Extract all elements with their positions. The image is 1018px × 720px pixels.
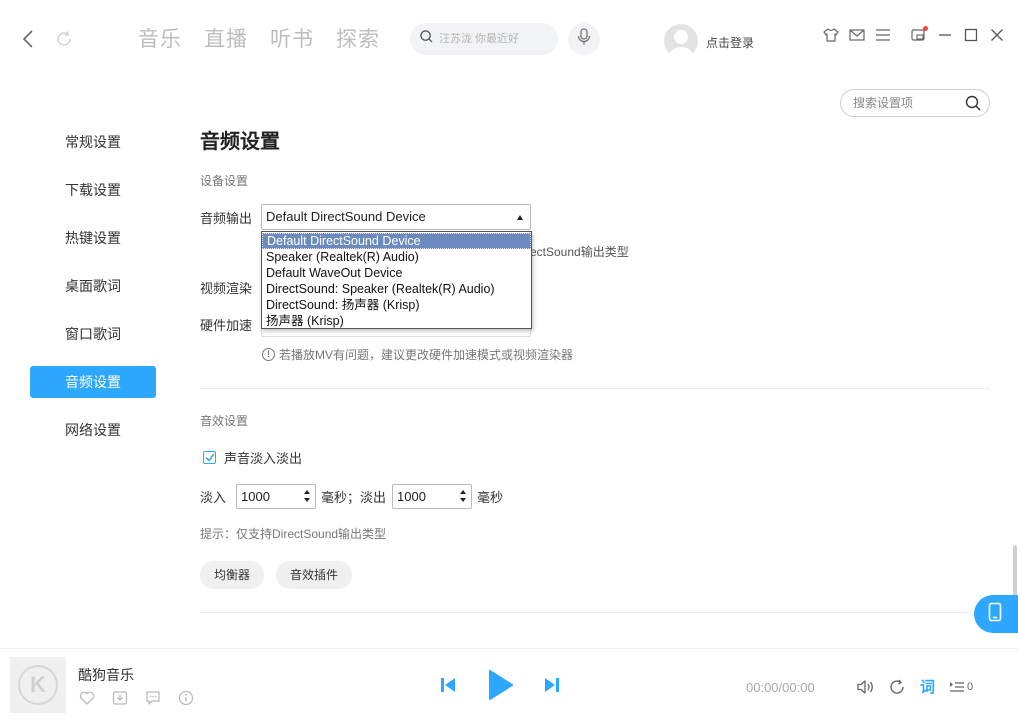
audio-output-select[interactable]: Default DirectSound Device bbox=[261, 204, 531, 230]
dropdown-option[interactable]: DirectSound: Speaker (Realtek(R) Audio) bbox=[262, 281, 531, 297]
close-icon[interactable] bbox=[988, 26, 1006, 44]
audio-output-value: Default DirectSound Device bbox=[266, 209, 426, 224]
mv-hint: ! 若播放MV有问题，建议更改硬件加速模式或视频渲染器 bbox=[262, 346, 573, 363]
download-icon[interactable] bbox=[111, 689, 129, 707]
section-divider bbox=[200, 388, 990, 389]
fade-out-input[interactable] bbox=[397, 489, 456, 504]
player-options: 词 0 bbox=[856, 676, 973, 697]
settings-content: 音频设置 设备设置 音频输出 Default DirectSound Devic… bbox=[200, 0, 990, 648]
info-icon[interactable] bbox=[177, 689, 195, 707]
play-icon[interactable] bbox=[486, 669, 514, 701]
playback-controls bbox=[438, 669, 562, 701]
video-render-label: 视频渲染 bbox=[200, 281, 253, 296]
lyrics-button[interactable]: 词 bbox=[920, 676, 935, 697]
sidebar-item-desktop-lyrics[interactable]: 桌面歌词 bbox=[30, 270, 156, 302]
fade-in-stepper[interactable] bbox=[236, 484, 317, 509]
dropdown-arrow-icon bbox=[517, 215, 523, 220]
effects-section-label: 音效设置 bbox=[200, 414, 249, 428]
device-section-label: 设备设置 bbox=[200, 174, 249, 188]
song-actions bbox=[78, 689, 195, 707]
increment-icon[interactable] bbox=[304, 490, 311, 494]
phone-icon bbox=[988, 602, 1002, 627]
comment-icon[interactable] bbox=[144, 689, 162, 707]
back-icon[interactable] bbox=[18, 28, 38, 50]
next-icon[interactable] bbox=[542, 675, 562, 695]
sidebar-item-download[interactable]: 下载设置 bbox=[30, 174, 156, 206]
audio-output-label: 音频输出 bbox=[200, 211, 253, 226]
equalizer-button[interactable]: 均衡器 bbox=[200, 561, 265, 589]
increment-icon[interactable] bbox=[460, 490, 467, 494]
hw-accel-label: 硬件加速 bbox=[200, 318, 253, 333]
directsound-hint: 提示：仅支持DirectSound输出类型 bbox=[200, 527, 387, 541]
output-type-hint: rectSound输出类型 bbox=[526, 245, 629, 259]
fade-out-label: 毫秒；淡出 bbox=[321, 490, 387, 505]
heart-icon[interactable] bbox=[78, 689, 96, 707]
dropdown-option[interactable]: 扬声器 (Krisp) bbox=[262, 313, 531, 329]
sidebar-item-audio[interactable]: 音频设置 bbox=[30, 366, 156, 398]
previous-icon[interactable] bbox=[438, 675, 458, 695]
fade-settings-row: 淡入 毫秒；淡出 毫秒 bbox=[200, 484, 503, 509]
volume-icon[interactable] bbox=[856, 679, 874, 695]
sidebar-item-hotkeys[interactable]: 热键设置 bbox=[30, 222, 156, 254]
fade-checkbox-row[interactable]: 声音淡入淡出 bbox=[203, 448, 302, 467]
tab-music[interactable]: 音乐 bbox=[138, 26, 182, 54]
playlist-icon[interactable]: 0 bbox=[949, 680, 973, 694]
decrement-icon[interactable] bbox=[460, 498, 467, 502]
sidebar-item-window-lyrics[interactable]: 窗口歌词 bbox=[30, 318, 156, 350]
page-title: 音频设置 bbox=[200, 131, 280, 153]
queue-count: 0 bbox=[967, 680, 974, 693]
song-title: 酷狗音乐 bbox=[78, 667, 134, 683]
refresh-icon[interactable] bbox=[54, 28, 74, 50]
fade-checkbox-label: 声音淡入淡出 bbox=[224, 451, 303, 466]
kugou-logo-icon: K bbox=[18, 665, 58, 705]
audio-output-dropdown: Default DirectSound Device Speaker (Real… bbox=[261, 231, 532, 329]
info-icon: ! bbox=[262, 348, 275, 361]
mv-hint-text: 若播放MV有问题，建议更改硬件加速模式或视频渲染器 bbox=[279, 348, 574, 362]
decrement-icon[interactable] bbox=[304, 498, 311, 502]
fade-in-input[interactable] bbox=[241, 489, 300, 504]
effects-plugin-button[interactable]: 音效插件 bbox=[276, 561, 353, 589]
dropdown-option[interactable]: DirectSound: 扬声器 (Krisp) bbox=[262, 297, 531, 313]
dropdown-option[interactable]: Speaker (Realtek(R) Audio) bbox=[262, 249, 531, 265]
phone-button[interactable] bbox=[974, 595, 1018, 633]
sidebar-item-network[interactable]: 网络设置 bbox=[30, 414, 156, 446]
settings-sidebar: 常规设置 下载设置 热键设置 桌面歌词 窗口歌词 音频设置 网络设置 bbox=[30, 126, 156, 462]
fade-out-stepper[interactable] bbox=[392, 484, 473, 509]
section-divider bbox=[200, 612, 990, 613]
playback-time: 00:00/00:00 bbox=[746, 680, 815, 695]
repeat-icon[interactable] bbox=[888, 679, 906, 695]
fade-checkbox[interactable] bbox=[203, 451, 216, 464]
album-art[interactable]: K bbox=[10, 657, 66, 713]
sidebar-item-general[interactable]: 常规设置 bbox=[30, 126, 156, 158]
player-bar: K 酷狗音乐 00:00/00:00 词 0 bbox=[0, 648, 1018, 720]
dropdown-option[interactable]: Default DirectSound Device bbox=[262, 233, 531, 249]
dropdown-option[interactable]: Default WaveOut Device bbox=[262, 265, 531, 281]
ms-unit-label: 毫秒 bbox=[477, 490, 504, 505]
fade-in-label: 淡入 bbox=[200, 490, 227, 505]
